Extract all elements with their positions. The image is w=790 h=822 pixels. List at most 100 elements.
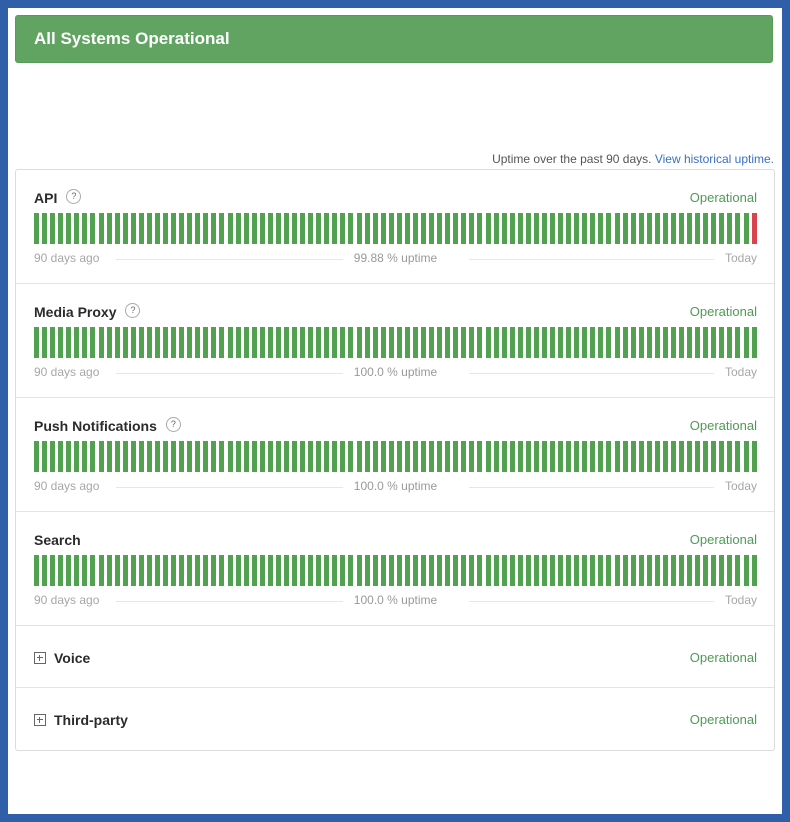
uptime-day-bar[interactable] (324, 213, 330, 244)
uptime-day-bar[interactable] (324, 441, 330, 472)
uptime-day-bar[interactable] (356, 213, 362, 244)
uptime-day-bar[interactable] (469, 327, 475, 358)
uptime-day-bar[interactable] (445, 327, 451, 358)
uptime-day-bar[interactable] (219, 327, 225, 358)
uptime-day-bar[interactable] (550, 213, 555, 244)
uptime-day-bar[interactable] (485, 441, 491, 472)
uptime-day-bar[interactable] (275, 327, 281, 358)
uptime-day-bar[interactable] (348, 441, 354, 472)
uptime-day-bar[interactable] (380, 441, 386, 472)
uptime-day-bar[interactable] (154, 327, 160, 358)
uptime-day-bar[interactable] (356, 555, 362, 586)
group-third-party[interactable]: Third-party Operational (16, 688, 774, 750)
uptime-day-bar[interactable] (332, 555, 338, 586)
uptime-day-bar[interactable] (98, 213, 104, 244)
view-historical-uptime-link[interactable]: View historical uptime. (655, 152, 774, 166)
uptime-day-bar[interactable] (146, 327, 152, 358)
uptime-day-bar[interactable] (195, 555, 201, 586)
uptime-day-bar[interactable] (598, 441, 604, 472)
uptime-day-bar[interactable] (106, 441, 112, 472)
uptime-day-bar[interactable] (259, 441, 265, 472)
uptime-day-bar[interactable] (461, 213, 467, 244)
uptime-day-bar[interactable] (364, 441, 370, 472)
uptime-day-bar[interactable] (364, 327, 370, 358)
uptime-day-bar[interactable] (179, 441, 185, 472)
uptime-day-bar[interactable] (606, 213, 612, 244)
uptime-day-bar[interactable] (114, 441, 120, 472)
uptime-day-bar[interactable] (98, 441, 104, 472)
uptime-day-bar[interactable] (437, 327, 443, 358)
uptime-day-bar[interactable] (308, 555, 314, 586)
uptime-day-bar[interactable] (388, 441, 394, 472)
uptime-day-bar[interactable] (453, 555, 459, 586)
uptime-day-bar[interactable] (211, 441, 217, 472)
uptime-day-bar[interactable] (679, 441, 684, 472)
uptime-day-bar[interactable] (243, 327, 249, 358)
uptime-day-bar[interactable] (259, 555, 265, 586)
uptime-day-bar[interactable] (42, 327, 48, 358)
uptime-day-bar[interactable] (493, 213, 499, 244)
uptime-day-bar[interactable] (283, 441, 289, 472)
uptime-day-bar[interactable] (558, 327, 564, 358)
uptime-day-bar[interactable] (267, 555, 273, 586)
uptime-day-bar[interactable] (364, 213, 370, 244)
uptime-day-bar[interactable] (251, 213, 257, 244)
uptime-day-bar[interactable] (74, 441, 80, 472)
uptime-day-bar[interactable] (429, 441, 435, 472)
uptime-day-bar[interactable] (695, 555, 701, 586)
uptime-day-bar[interactable] (630, 441, 636, 472)
uptime-day-bar[interactable] (493, 555, 499, 586)
uptime-day-bar[interactable] (154, 555, 160, 586)
uptime-day-bar[interactable] (533, 555, 539, 586)
uptime-day-bar[interactable] (58, 555, 64, 586)
uptime-day-bar[interactable] (711, 555, 717, 586)
uptime-day-bar[interactable] (259, 213, 265, 244)
uptime-day-bar[interactable] (340, 555, 346, 586)
uptime-day-bar[interactable] (412, 555, 418, 586)
uptime-day-bar[interactable] (582, 441, 588, 472)
uptime-day-bar[interactable] (396, 213, 402, 244)
uptime-day-bar[interactable] (453, 213, 459, 244)
uptime-day-bar[interactable] (163, 213, 168, 244)
uptime-day-bar[interactable] (219, 213, 225, 244)
uptime-day-bar[interactable] (493, 441, 499, 472)
uptime-day-bar[interactable] (711, 441, 717, 472)
uptime-day-bar[interactable] (574, 213, 580, 244)
uptime-day-bar[interactable] (122, 213, 128, 244)
uptime-day-bar[interactable] (235, 555, 241, 586)
uptime-day-bar[interactable] (429, 555, 435, 586)
uptime-day-bar[interactable] (372, 555, 378, 586)
uptime-day-bar[interactable] (283, 555, 289, 586)
uptime-day-bar[interactable] (98, 555, 104, 586)
uptime-day-bar[interactable] (509, 555, 515, 586)
uptime-day-bar[interactable] (171, 213, 177, 244)
uptime-day-bar[interactable] (292, 327, 297, 358)
uptime-day-bar[interactable] (695, 441, 701, 472)
uptime-day-bar[interactable] (517, 327, 523, 358)
uptime-day-bar[interactable] (719, 441, 725, 472)
uptime-day-bar[interactable] (138, 213, 144, 244)
uptime-day-bar[interactable] (98, 327, 104, 358)
uptime-day-bar[interactable] (74, 555, 80, 586)
uptime-day-bar[interactable] (727, 327, 733, 358)
uptime-day-bar[interactable] (421, 555, 426, 586)
uptime-day-bar[interactable] (646, 213, 652, 244)
uptime-day-bar[interactable] (630, 213, 636, 244)
uptime-day-bar[interactable] (203, 213, 209, 244)
uptime-day-bar[interactable] (316, 213, 322, 244)
uptime-day-bar[interactable] (727, 441, 733, 472)
uptime-day-bar[interactable] (437, 555, 443, 586)
uptime-day-bar[interactable] (50, 213, 56, 244)
uptime-day-bar[interactable] (574, 555, 580, 586)
uptime-day-bar[interactable] (146, 441, 152, 472)
uptime-day-bar[interactable] (90, 441, 96, 472)
uptime-day-bar[interactable] (396, 555, 402, 586)
uptime-day-bar[interactable] (735, 555, 741, 586)
uptime-day-bar[interactable] (614, 327, 620, 358)
uptime-day-bar[interactable] (541, 441, 547, 472)
uptime-day-bar[interactable] (348, 327, 354, 358)
uptime-day-bar[interactable] (453, 327, 459, 358)
uptime-day-bar[interactable] (146, 213, 152, 244)
uptime-day-bar[interactable] (590, 555, 596, 586)
uptime-day-bar[interactable] (340, 213, 346, 244)
